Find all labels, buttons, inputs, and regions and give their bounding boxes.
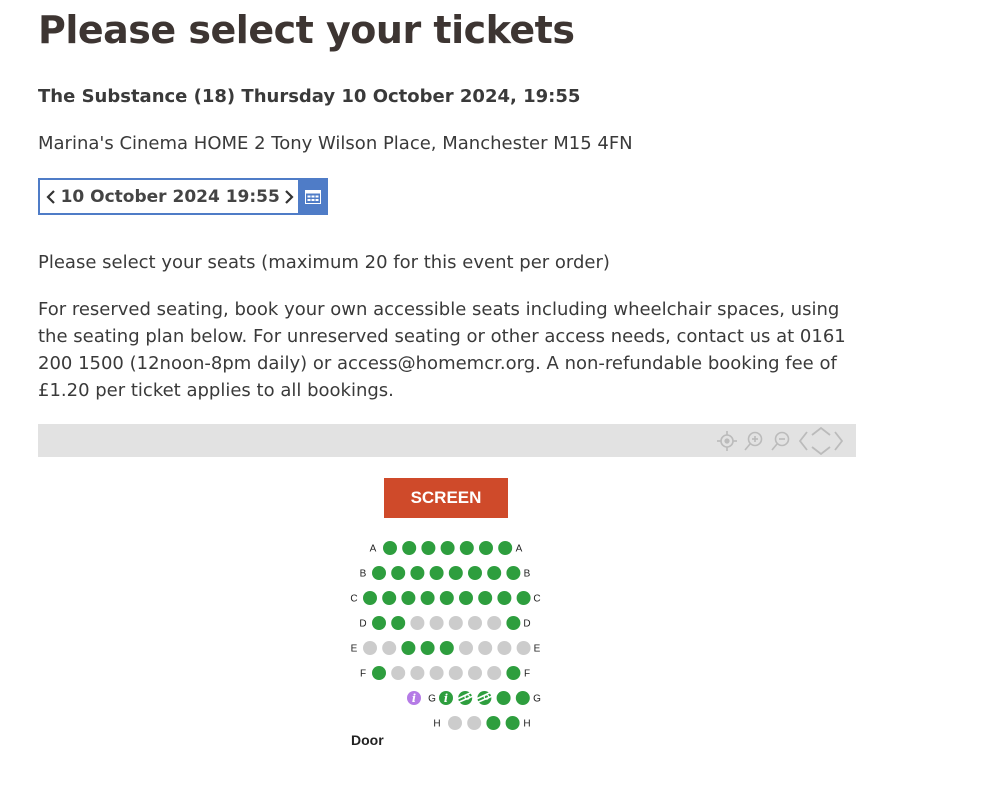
seat-B5[interactable] <box>448 566 463 580</box>
seat-E3[interactable] <box>401 641 416 655</box>
row-label-left-E: E <box>351 644 358 655</box>
seat-D8[interactable] <box>506 616 521 630</box>
seat-D6 <box>468 616 482 630</box>
seat-map: A AB BC CD DE EF FGi i GH H <box>350 541 541 730</box>
row-label-left-B: B <box>360 569 367 580</box>
svg-text:i: i <box>444 692 448 705</box>
seat-H1 <box>448 716 462 730</box>
seat-C9[interactable] <box>516 591 531 605</box>
row-label-right-C: C <box>533 594 540 605</box>
seat-C7[interactable] <box>478 591 493 605</box>
seat-D2[interactable] <box>391 616 406 630</box>
seat-B6[interactable] <box>468 566 482 580</box>
row-label-left-A: A <box>370 544 377 555</box>
seat-D7 <box>487 616 502 630</box>
seat-C2[interactable] <box>382 591 397 605</box>
seat-F5 <box>448 666 463 680</box>
row-label-right-H: H <box>523 719 530 730</box>
row-label-left-D: D <box>359 619 366 630</box>
seat-G1[interactable]: i <box>439 691 453 705</box>
seat-F3 <box>410 666 425 680</box>
seat-A4[interactable] <box>440 541 455 555</box>
row-label-left-H: H <box>433 719 440 730</box>
seat-F1[interactable] <box>372 666 386 680</box>
seat-G5[interactable] <box>515 691 530 705</box>
seat-E2 <box>382 641 397 655</box>
row-label-right-E: E <box>534 644 541 655</box>
seat-H3[interactable] <box>486 716 501 730</box>
seat-G4[interactable] <box>496 691 511 705</box>
seat-E4[interactable] <box>420 641 435 655</box>
svg-text:i: i <box>412 692 416 705</box>
seat-D3 <box>410 616 425 630</box>
row-label-left-G: G <box>428 694 436 705</box>
seat-D1[interactable] <box>372 616 386 630</box>
seat-E5[interactable] <box>439 641 454 655</box>
seat-F2 <box>391 666 406 680</box>
seat-E9 <box>516 641 531 655</box>
seat-C4[interactable] <box>420 591 435 605</box>
row-label-right-F: F <box>524 669 530 680</box>
seat-E8 <box>497 641 512 655</box>
seat-D4 <box>429 616 444 630</box>
seat-G3[interactable] <box>476 691 493 705</box>
seat-E7 <box>478 641 493 655</box>
seat-H2 <box>467 716 482 730</box>
seat-E6 <box>459 641 473 655</box>
seat-B7[interactable] <box>487 566 502 580</box>
row-label-left-F: F <box>360 669 366 680</box>
seat-A5[interactable] <box>459 541 474 555</box>
seat-A1[interactable] <box>383 541 397 555</box>
seat-F4 <box>429 666 444 680</box>
row-label-right-B: B <box>524 569 531 580</box>
info-icon[interactable]: i <box>407 691 421 705</box>
seat-A3[interactable] <box>421 541 436 555</box>
row-label-right-A: A <box>516 544 523 555</box>
seat-B2[interactable] <box>391 566 406 580</box>
seat-C5[interactable] <box>439 591 454 605</box>
row-label-right-G: G <box>533 694 541 705</box>
seat-E1 <box>363 641 377 655</box>
seat-H4[interactable] <box>505 716 520 730</box>
seat-C6[interactable] <box>459 591 473 605</box>
row-label-left-C: C <box>350 594 357 605</box>
seat-B4[interactable] <box>429 566 444 580</box>
seat-C8[interactable] <box>497 591 512 605</box>
seat-G2[interactable] <box>456 691 474 705</box>
seat-A7[interactable] <box>498 541 513 555</box>
seat-F6 <box>468 666 482 680</box>
seat-F7 <box>487 666 502 680</box>
seat-C1[interactable] <box>363 591 377 605</box>
seat-B8[interactable] <box>506 566 521 580</box>
seat-B1[interactable] <box>372 566 386 580</box>
seat-A2[interactable] <box>402 541 417 555</box>
seat-F8[interactable] <box>506 666 521 680</box>
seat-A6[interactable] <box>479 541 493 555</box>
seat-B3[interactable] <box>410 566 425 580</box>
seat-C3[interactable] <box>401 591 416 605</box>
seat-D5 <box>448 616 463 630</box>
door-label: Door <box>351 732 384 748</box>
row-label-right-D: D <box>523 619 530 630</box>
